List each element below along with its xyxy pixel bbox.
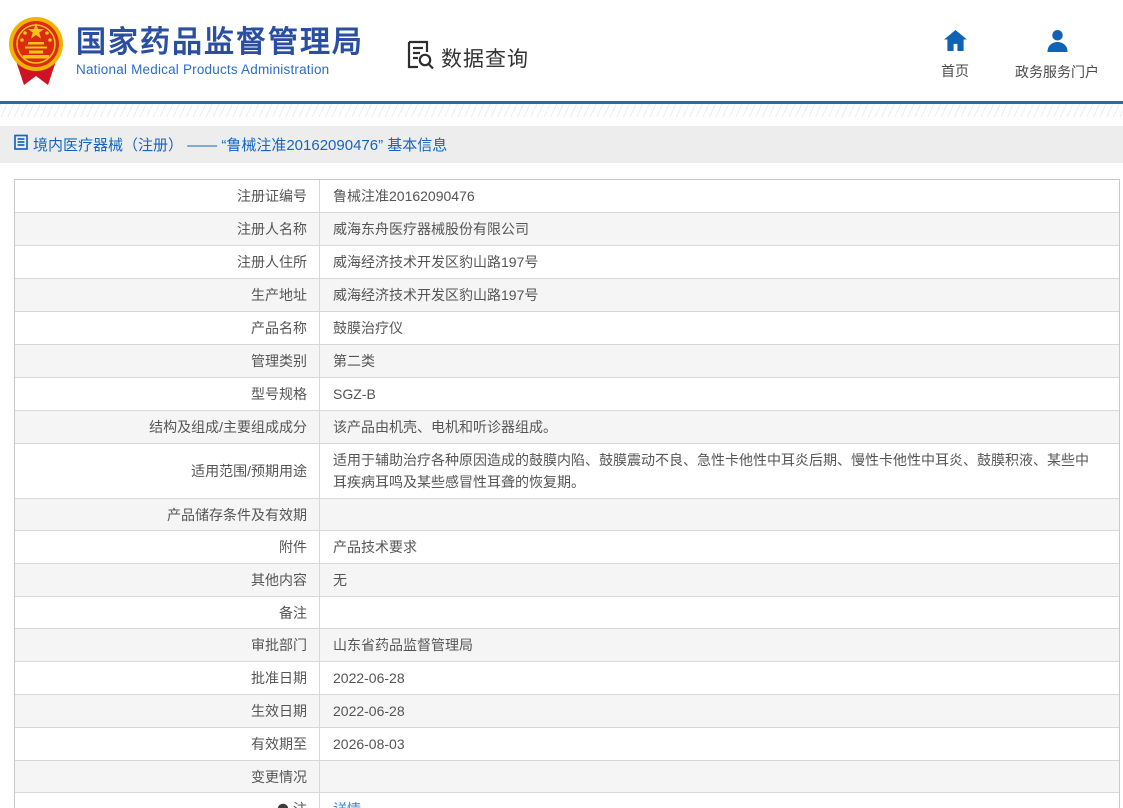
row-value: 详情 (320, 793, 1119, 808)
table-row: 有效期至 2026-08-03 (15, 728, 1119, 761)
row-value: 鼓膜治疗仪 (333, 320, 403, 336)
row-label: 生产地址 (15, 279, 320, 311)
table-row: 注册人住所 威海经济技术开发区豹山路197号 (15, 246, 1119, 279)
row-label: 审批部门 (15, 629, 320, 661)
home-icon (943, 30, 967, 54)
table-row: 注册人名称 威海东舟医疗器械股份有限公司 (15, 213, 1119, 246)
nav-item-home[interactable]: 首页 (941, 30, 969, 82)
row-value: SGZ-B (333, 386, 376, 402)
table-row: 管理类别 第二类 (15, 345, 1119, 378)
row-label: 管理类别 (15, 345, 320, 377)
header-nav: 首页 政务服务门户 (941, 0, 1123, 82)
row-label: 适用范围/预期用途 (15, 444, 320, 498)
table-row: 批准日期 2022-06-28 (15, 662, 1119, 695)
table-row: 产品储存条件及有效期 (15, 499, 1119, 531)
site-title-block: 国家药品监督管理局 National Medical Products Admi… (76, 0, 364, 78)
row-value: 适用于辅助治疗各种原因造成的鼓膜内陷、鼓膜震动不良、急性卡他性中耳炎后期、慢性卡… (333, 452, 1089, 490)
nav-item-portal[interactable]: 政务服务门户 (1015, 30, 1099, 82)
table-row: 生效日期 2022-06-28 (15, 695, 1119, 728)
row-label: 产品储存条件及有效期 (15, 499, 320, 530)
table-row: 产品名称 鼓膜治疗仪 (15, 312, 1119, 345)
table-row: 备注 (15, 597, 1119, 629)
site-title-cn: 国家药品监督管理局 (76, 26, 364, 59)
row-label: 型号规格 (15, 378, 320, 410)
site-title-en: National Medical Products Administration (76, 62, 330, 77)
nav-item-label: 政务服务门户 (1015, 64, 1099, 80)
table-row: 审批部门 山东省药品监督管理局 (15, 629, 1119, 662)
row-label: 注册人名称 (15, 213, 320, 245)
user-icon (1046, 30, 1069, 55)
row-value: 2026-08-03 (333, 736, 405, 752)
row-label: 批准日期 (15, 662, 320, 694)
row-label: 有效期至 (15, 728, 320, 760)
row-label: 产品名称 (15, 312, 320, 344)
row-value: 鲁械注准20162090476 (333, 188, 475, 204)
detail-link[interactable]: 详情 (333, 801, 361, 808)
row-label: 注册证编号 (15, 180, 320, 212)
row-label: 其他内容 (15, 564, 320, 596)
row-label: 结构及组成/主要组成成分 (15, 411, 320, 443)
row-value: 威海东舟医疗器械股份有限公司 (333, 221, 529, 237)
row-value: 第二类 (333, 353, 375, 369)
row-value (320, 597, 1119, 628)
nav-item-label: 首页 (941, 63, 969, 79)
row-label: 附件 (15, 531, 320, 563)
row-value: 山东省药品监督管理局 (333, 637, 473, 653)
row-value: 2022-06-28 (333, 670, 405, 686)
row-label: 备注 (15, 597, 320, 628)
site-header: 国家药品监督管理局 National Medical Products Admi… (0, 0, 1123, 101)
nmpa-emblem-logo[interactable] (8, 11, 64, 98)
table-row: 适用范围/预期用途 适用于辅助治疗各种原因造成的鼓膜内陷、鼓膜震动不良、急性卡他性… (15, 444, 1119, 499)
breadcrumb: 境内医疗器械（注册） —— “鲁械注准20162090476” 基本信息 (0, 126, 1123, 163)
breadcrumb-text: 境内医疗器械（注册） —— “鲁械注准20162090476” 基本信息 (33, 137, 448, 154)
data-query-tab[interactable]: 数据查询 (406, 40, 529, 75)
row-value (320, 761, 1119, 792)
row-label: 生效日期 (15, 695, 320, 727)
row-label: 变更情况 (15, 761, 320, 792)
table-row: 结构及组成/主要组成成分 该产品由机壳、电机和听诊器组成。 (15, 411, 1119, 444)
row-value: 威海经济技术开发区豹山路197号 (333, 287, 539, 303)
table-row: 注详情 (15, 793, 1119, 808)
data-query-label: 数据查询 (441, 47, 529, 71)
row-value: 该产品由机壳、电机和听诊器组成。 (333, 419, 557, 435)
row-value: 2022-06-28 (333, 703, 405, 719)
note-icon (277, 803, 289, 808)
watermark-strip (0, 104, 1123, 117)
document-icon (14, 134, 28, 155)
info-table: 注册证编号 鲁械注准20162090476 注册人名称 威海东舟医疗器械股份有限公司注… (14, 179, 1120, 808)
table-row: 注册证编号 鲁械注准20162090476 (15, 180, 1119, 213)
table-row: 附件 产品技术要求 (15, 531, 1119, 564)
table-row: 其他内容无 (15, 564, 1119, 597)
row-value: 无 (333, 572, 347, 588)
national-emblem-icon (9, 17, 63, 85)
table-row: 生产地址 威海经济技术开发区豹山路197号 (15, 279, 1119, 312)
table-row: 型号规格 SGZ-B (15, 378, 1119, 411)
row-label: 注册人住所 (15, 246, 320, 278)
row-label: 注 (15, 793, 320, 808)
row-value (320, 499, 1119, 530)
info-table-body: 注册证编号 鲁械注准20162090476 注册人名称 威海东舟医疗器械股份有限公司注… (15, 180, 1119, 808)
document-search-icon (406, 40, 434, 75)
row-value: 产品技术要求 (333, 539, 417, 555)
row-value: 威海经济技术开发区豹山路197号 (333, 254, 539, 270)
table-row: 变更情况 (15, 761, 1119, 793)
